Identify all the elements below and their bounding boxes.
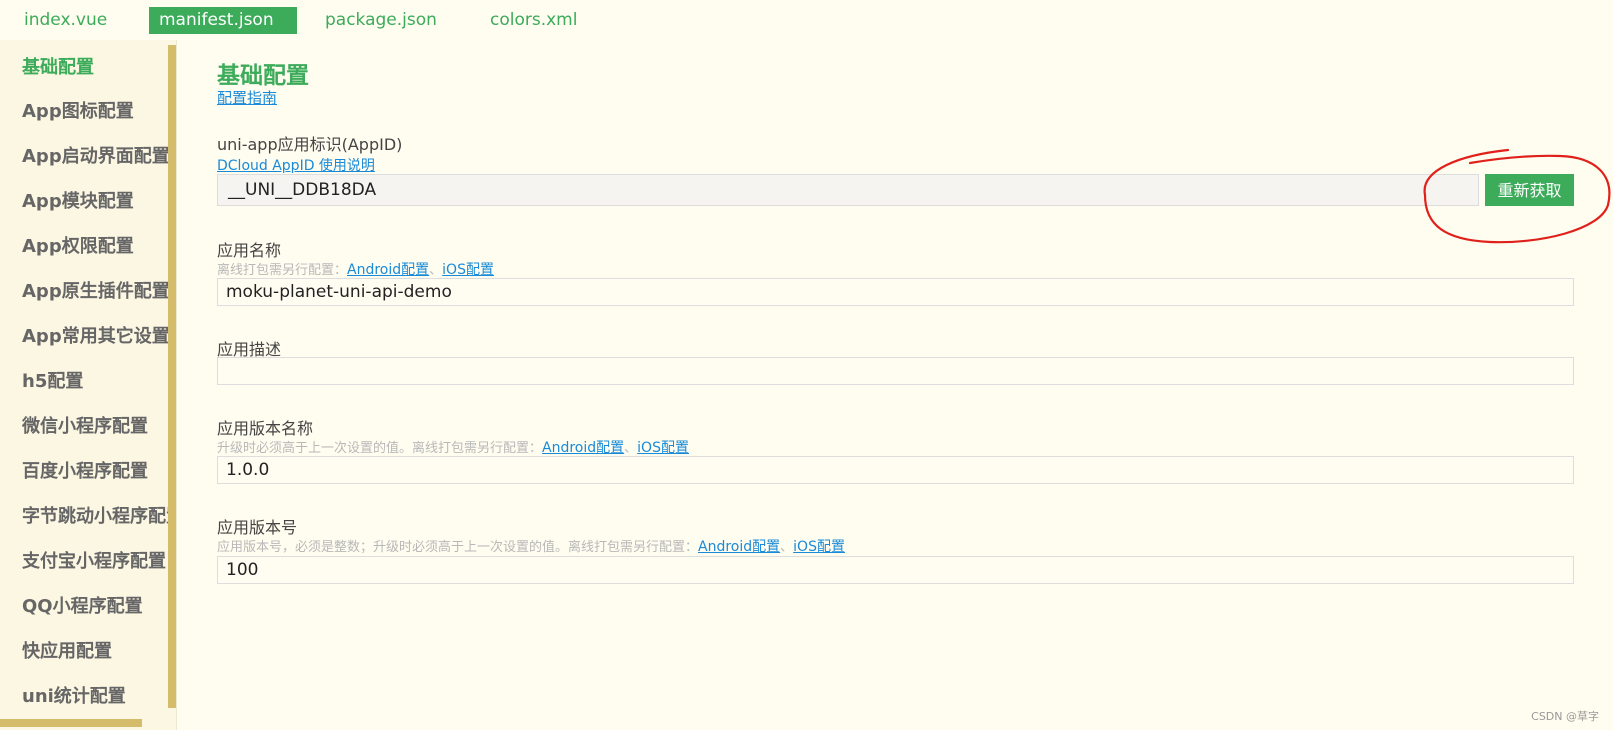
config-guide-link[interactable]: 配置指南 [217, 87, 277, 108]
separator: 、 [624, 441, 638, 456]
app-name-hint-text: 离线打包需另行配置： [217, 263, 348, 278]
sidebar-item-quickapp[interactable]: 快应用配置 [22, 637, 168, 667]
settings-sidebar: 基础配置 App图标配置 App启动界面配置 App模块配置 App权限配置 A… [0, 40, 176, 730]
sidebar-item-app-permissions[interactable]: App权限配置 [22, 232, 168, 262]
separator: 、 [780, 540, 794, 555]
app-name-label: 应用名称 [217, 241, 282, 260]
app-name-android-link[interactable]: Android配置 [347, 262, 429, 278]
sidebar-item-alipay-mp[interactable]: 支付宝小程序配置 [22, 547, 168, 577]
version-name-hint-text: 升级时必须高于上一次设置的值。离线打包需另行配置： [217, 441, 543, 456]
sidebar-item-app-modules[interactable]: App模块配置 [22, 187, 168, 217]
sidebar-horizontal-scrollbar[interactable] [0, 719, 142, 727]
sidebar-item-baidu-mp[interactable]: 百度小程序配置 [22, 457, 168, 487]
sidebar-item-weixin-mp[interactable]: 微信小程序配置 [22, 412, 168, 442]
appid-field[interactable]: __UNI__DDB18DA [217, 174, 1479, 206]
sidebar-item-app-icon[interactable]: App图标配置 [22, 97, 168, 127]
appid-label: uni-app应用标识(AppID) [217, 135, 403, 154]
version-code-android-link[interactable]: Android配置 [698, 539, 780, 555]
watermark: CSDN @草字 [1531, 710, 1599, 723]
appid-help-link[interactable]: DCloud AppID 使用说明 [217, 155, 375, 175]
page-title: 基础配置 [217, 63, 309, 89]
version-code-label: 应用版本号 [217, 518, 298, 537]
tab-package-json[interactable]: package.json [315, 7, 447, 34]
tab-colors-xml[interactable]: colors.xml [480, 7, 587, 34]
sidebar-item-app-splash[interactable]: App启动界面配置 [22, 142, 168, 172]
version-name-android-link[interactable]: Android配置 [542, 440, 624, 456]
sidebar-item-toutiao-mp[interactable]: 字节跳动小程序配置 [22, 502, 168, 532]
version-code-ios-link[interactable]: iOS配置 [793, 539, 845, 555]
sidebar-item-h5[interactable]: h5配置 [22, 367, 168, 397]
version-code-hint: 应用版本号，必须是整数；升级时必须高于上一次设置的值。离线打包需另行配置：And… [217, 536, 845, 556]
app-name-field[interactable]: moku-planet-uni-api-demo [217, 278, 1574, 306]
sidebar-vertical-scrollbar[interactable] [168, 45, 176, 708]
sidebar-divider [176, 40, 177, 730]
app-desc-field[interactable] [217, 357, 1574, 385]
sidebar-item-basic-config[interactable]: 基础配置 [22, 53, 168, 83]
version-code-field[interactable]: 100 [217, 556, 1574, 584]
sidebar-item-app-other-settings[interactable]: App常用其它设置 [22, 322, 168, 352]
tab-manifest-json[interactable]: manifest.json [149, 7, 297, 34]
refetch-appid-button[interactable]: 重新获取 [1485, 174, 1574, 206]
version-code-hint-text: 应用版本号，必须是整数；升级时必须高于上一次设置的值。离线打包需另行配置： [217, 540, 699, 555]
version-name-hint: 升级时必须高于上一次设置的值。离线打包需另行配置：Android配置、iOS配置 [217, 437, 689, 457]
version-name-label: 应用版本名称 [217, 419, 314, 438]
sidebar-item-uni-stat[interactable]: uni统计配置 [22, 682, 168, 712]
version-name-field[interactable]: 1.0.0 [217, 456, 1574, 484]
file-tab-bar: index.vue manifest.json package.json col… [0, 0, 1613, 40]
app-name-ios-link[interactable]: iOS配置 [442, 262, 494, 278]
separator: 、 [429, 263, 443, 278]
sidebar-item-app-native-plugins[interactable]: App原生插件配置 [22, 277, 168, 307]
tab-index-vue[interactable]: index.vue [14, 7, 117, 34]
app-name-hint: 离线打包需另行配置：Android配置、iOS配置 [217, 259, 494, 279]
version-name-ios-link[interactable]: iOS配置 [637, 440, 689, 456]
sidebar-item-qq-mp[interactable]: QQ小程序配置 [22, 592, 168, 622]
